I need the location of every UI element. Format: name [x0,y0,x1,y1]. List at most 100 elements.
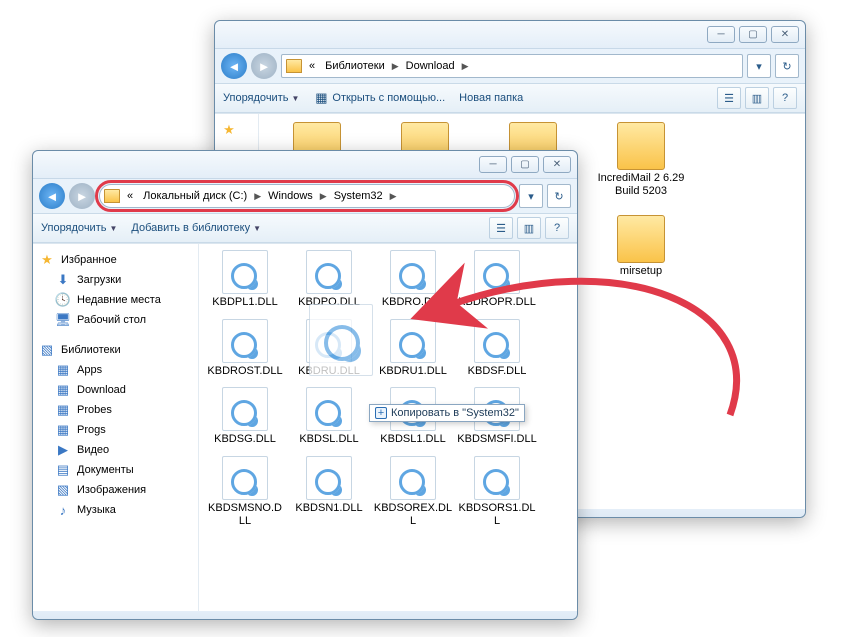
add-to-library-label: Добавить в библиотеку [131,222,250,234]
library-icon: ▤ [55,462,71,478]
titlebar[interactable]: ─ ▢ ✕ [33,151,577,179]
sidebar-item[interactable]: ▦Progs [37,420,194,440]
new-folder-label: Новая папка [459,92,523,104]
breadcrumb-libraries[interactable]: Библиотеки [322,58,388,74]
breadcrumb-disk-c[interactable]: Локальный диск (C:) [140,188,250,204]
sidebar: ★ Избранное ⬇ Загрузки 🕓Недавние места🖥Раб… [33,244,199,611]
sidebar-item[interactable]: ▤ Документы [37,460,194,480]
star-icon: ★ [221,122,237,138]
organize-label: Упорядочить [223,92,288,104]
breadcrumb-download[interactable]: Download [403,58,458,74]
file-item[interactable]: KBDPL1.DLL [205,250,285,309]
new-folder-button[interactable]: Новая папка [459,92,523,104]
sidebar-item-label: Загрузки [77,274,121,286]
navbar: ◄ ► « Библиотеки ▶ Download ▶ ▾ ↻ [215,49,805,83]
sidebar-item-label: Probes [77,404,112,416]
toolbar: Упорядочить ▼ Добавить в библиотеку ▼ ☰ … [33,213,577,243]
back-button[interactable]: ◄ [39,183,65,209]
file-item[interactable]: KBDSN1.DLL [289,456,369,527]
refresh-button[interactable]: ↻ [775,54,799,78]
view-button[interactable]: ☰ [717,87,741,109]
refresh-button[interactable]: ↻ [547,184,571,208]
close-button[interactable]: ✕ [543,156,571,173]
favorites-header[interactable]: ★ Избранное [37,250,194,270]
forward-button[interactable]: ► [69,183,95,209]
libraries-header[interactable]: ▧ Библиотеки [37,340,194,360]
file-item[interactable]: KBDSORS1.DLL [457,456,537,527]
organize-menu[interactable]: Упорядочить ▼ [41,222,117,234]
sidebar-item[interactable]: 🖥Рабочий стол [37,310,194,330]
explorer-window-system32: ─ ▢ ✕ ◄ ► « Локальный диск (C:) ▶ Window… [32,150,578,620]
file-item[interactable]: KBDSG.DLL [205,387,285,446]
open-with-menu[interactable]: ▦ Открыть с помощью... [313,90,445,106]
dll-icon [390,250,436,294]
favorites-header[interactable]: ★ [219,120,254,140]
view-button[interactable]: ☰ [489,217,513,239]
file-item[interactable]: KBDROST.DLL [205,319,285,378]
nav-icon: ⬇ [55,272,71,288]
drag-tip-label: Копировать в "System32" [391,407,519,419]
file-item[interactable]: KBDSF.DLL [457,319,537,378]
library-icon: ▧ [55,482,71,498]
file-label: KBDSORS1.DLL [457,502,537,527]
chevron-right-icon: ▶ [320,191,327,202]
file-label: mirsetup [591,265,691,278]
sidebar-item[interactable]: ▦Download [37,380,194,400]
close-button[interactable]: ✕ [771,26,799,43]
file-label: KBDRO.DLL [373,296,453,309]
file-item[interactable]: KBDRO.DLL [373,250,453,309]
file-label: KBDROPR.DLL [457,296,537,309]
minimize-button[interactable]: ─ [479,156,507,173]
sidebar-item[interactable]: ▶Видео [37,440,194,460]
navbar: ◄ ► « Локальный диск (C:) ▶ Windows ▶ Sy… [33,179,577,213]
file-item[interactable]: KBDROPR.DLL [457,250,537,309]
maximize-button[interactable]: ▢ [511,156,539,173]
help-button[interactable]: ? [773,87,797,109]
file-item[interactable]: IncrediMail 2 6.29 Build 5203 [591,122,691,197]
minimize-button[interactable]: ─ [707,26,735,43]
forward-button[interactable]: ► [251,53,277,79]
sidebar-item[interactable]: ▦Probes [37,400,194,420]
dll-icon [390,456,436,500]
organize-menu[interactable]: Упорядочить ▼ [223,92,299,104]
preview-pane-button[interactable]: ▥ [517,217,541,239]
open-with-label: Открыть с помощью... [332,92,445,104]
dll-icon [306,250,352,294]
library-icon: ▶ [55,442,71,458]
sidebar-item[interactable]: ▧Изображения [37,480,194,500]
sidebar-item[interactable]: 🕓Недавние места [37,290,194,310]
help-button[interactable]: ? [545,217,569,239]
back-button[interactable]: ◄ [221,53,247,79]
file-item[interactable]: KBDPO.DLL [289,250,369,309]
file-item[interactable]: KBDRU1.DLL [373,319,453,378]
sidebar-item[interactable]: ⬇ Загрузки [37,270,194,290]
plus-icon: + [375,407,387,419]
file-label: KBDROST.DLL [205,365,285,378]
nav-icon: 🕓 [55,292,71,308]
sidebar-item-label: Документы [77,464,134,476]
sidebar-item[interactable]: ▦Apps [37,360,194,380]
file-label: KBDSF.DLL [457,365,537,378]
file-item[interactable]: mirsetup [591,215,691,290]
breadcrumb-prefix: « [306,58,318,74]
breadcrumb-windows[interactable]: Windows [265,188,316,204]
breadcrumb-system32[interactable]: System32 [331,188,386,204]
sidebar-item-label: Download [77,384,126,396]
address-bar[interactable]: « Библиотеки ▶ Download ▶ [281,54,743,78]
dll-icon [474,319,520,363]
file-label: KBDSMSNO.DLL [205,502,285,527]
maximize-button[interactable]: ▢ [739,26,767,43]
add-to-library-menu[interactable]: Добавить в библиотеку ▼ [131,222,261,234]
file-item[interactable]: KBDSOREX.DLL [373,456,453,527]
address-bar[interactable]: « Локальный диск (C:) ▶ Windows ▶ System… [99,184,515,208]
refresh-arrow-button[interactable]: ▾ [747,54,771,78]
file-grid[interactable]: KBDPL1.DLLKBDPO.DLL KBDRO.DLL KBDROPR.DLL K… [199,244,577,611]
preview-pane-button[interactable]: ▥ [745,87,769,109]
chevron-down-icon: ▼ [291,94,299,103]
refresh-arrow-button[interactable]: ▾ [519,184,543,208]
library-icon: ▦ [55,362,71,378]
sidebar-item[interactable]: ♪Музыка [37,500,194,520]
file-item[interactable]: KBDSMSNO.DLL [205,456,285,527]
titlebar[interactable]: ─ ▢ ✕ [215,21,805,49]
file-item[interactable]: KBDSL.DLL [289,387,369,446]
